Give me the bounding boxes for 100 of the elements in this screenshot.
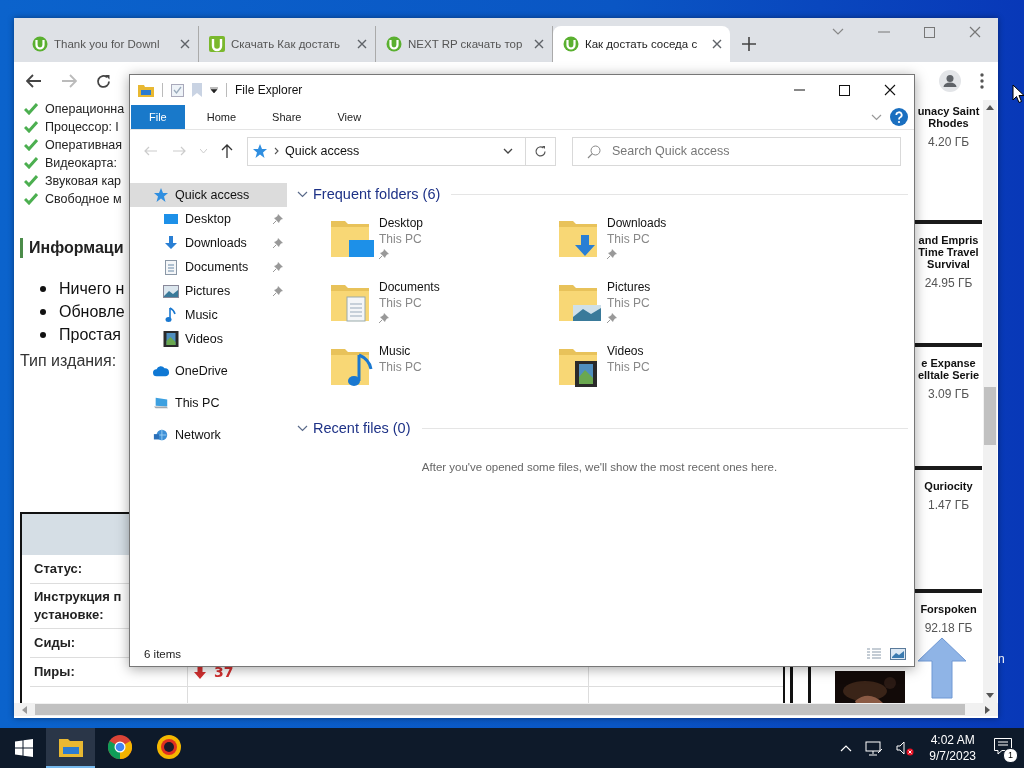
folder-icon[interactable] [138,83,154,97]
windows-start-icon[interactable] [15,739,33,757]
list-item-text: Простая [59,325,121,344]
clock-time[interactable]: 4:02 AM [930,732,975,748]
checkmark-icon [24,139,38,151]
game-title[interactable]: elltale Serie [917,369,980,381]
utorrent-icon [386,36,402,52]
ribbon-tab[interactable]: Home [192,105,251,129]
cloud-icon [153,365,169,377]
game-title[interactable]: Forspoken [920,603,977,615]
dropdown-icon[interactable] [503,148,513,154]
clock-date[interactable]: 9/7/2023 [929,748,976,764]
requirement-text: Видеокарта: [45,156,117,170]
folder-location: This PC [379,231,423,247]
help-icon[interactable] [890,108,908,126]
scrollbar-thumb[interactable] [984,387,996,445]
close-icon[interactable] [884,84,896,96]
folder-tile[interactable]: Downloads This PC [557,215,785,279]
folder-tile[interactable]: Videos This PC [557,343,785,407]
scroll-up-icon[interactable] [986,105,994,110]
browser-tab[interactable]: Как достать соседа с [553,26,730,62]
game-title[interactable]: unacy Saint [917,105,980,117]
chevron-right-icon [274,147,279,155]
bullet-icon [40,285,46,292]
nav-item[interactable]: OneDrive [130,359,287,383]
game-title[interactable]: Rhodes [928,117,969,129]
nav-item[interactable]: Documents [130,255,287,279]
folder-name: Pictures [607,279,651,295]
menu-icon[interactable] [980,73,984,89]
expand-ribbon-icon[interactable] [871,113,882,121]
close-icon[interactable] [712,39,722,49]
folder-tile[interactable]: Documents This PC [329,279,557,343]
utorrent-icon [563,36,579,52]
up-icon[interactable] [221,144,233,158]
ribbon-tab[interactable]: View [323,105,376,129]
download-icon [163,236,179,250]
pin-icon[interactable] [273,214,283,224]
checkmark-icon [24,175,38,187]
list-item-text: Обновле [59,302,125,321]
pin-icon[interactable] [273,238,283,248]
folder-location: This PC [607,295,651,311]
table-cell: 37 [214,664,234,680]
folder-location: This PC [379,359,422,375]
folder-tile[interactable]: Desktop This PC [329,215,557,279]
reload-icon[interactable] [96,73,111,89]
utorrent-icon [32,36,48,52]
nav-item[interactable]: Videos [130,327,287,351]
vertical-scrollbar[interactable] [983,100,997,703]
address-bar[interactable]: Quick access [247,136,556,166]
scroll-down-icon[interactable] [986,693,994,698]
tab-search-icon[interactable] [832,28,844,36]
game-title[interactable]: and Empris [918,234,979,246]
dropdown-icon[interactable] [210,87,218,93]
folder-tile[interactable]: Pictures This PC [557,279,785,343]
chevron-up-icon[interactable] [840,744,853,752]
scroll-right-icon[interactable] [985,705,990,714]
refresh-icon[interactable] [534,144,547,158]
large-icons-view-icon[interactable] [890,648,906,660]
nav-item[interactable]: This PC [130,391,287,415]
muted-speaker-icon[interactable] [896,740,915,756]
horizontal-scrollbar[interactable] [14,703,998,716]
game-title[interactable]: Quriocity [924,480,973,492]
network-icon[interactable] [865,740,884,756]
game-title[interactable]: Time Travel [918,246,979,258]
star-icon [153,187,169,203]
nav-item[interactable]: Desktop [130,207,287,231]
nav-item[interactable]: Music [130,303,287,327]
pin-icon[interactable] [273,262,283,272]
scroll-left-icon[interactable] [22,705,27,714]
new-tab-icon[interactable] [742,37,756,51]
ribbon-tab[interactable]: Share [258,105,316,129]
game-title[interactable]: Survival [927,258,970,270]
checkmark-icon [24,157,38,169]
game-size: 3.09 ГБ [927,387,970,401]
nav-item[interactable]: Quick access [130,183,287,207]
section-header[interactable]: Frequent folders (6) [313,186,441,202]
pin-icon[interactable] [273,286,283,296]
search-field[interactable]: Search Quick access [572,136,901,166]
folder-tile[interactable]: Music This PC [329,343,557,407]
edition-label: Тип издания: [20,351,117,371]
scrollbar-thumb[interactable] [35,704,965,715]
game-title[interactable]: e Expanse [921,357,976,369]
section-heading: Информаци [20,238,124,258]
nav-item[interactable]: Downloads [130,231,287,255]
checkmark-icon [24,103,38,115]
taskbar-app[interactable] [46,728,95,768]
browser-tab[interactable]: Thank you for Downl [22,26,199,62]
back-icon[interactable] [26,74,42,88]
folder-location: This PC [379,295,423,311]
desktop-icon-label[interactable]: n [998,652,1005,666]
folder-name: Music [379,343,412,359]
maximize-icon[interactable] [839,84,850,96]
nav-item[interactable]: Pictures [130,279,287,303]
folder-name: Desktop [379,215,424,231]
profile-icon[interactable] [939,70,961,92]
list-item-text: Ничего н [59,279,125,298]
section-header[interactable]: Recent files (0) [313,420,411,436]
folder-name: Videos [607,343,645,359]
nav-item[interactable]: Network [130,423,287,447]
browser-tab[interactable]: Скачать Как достать [199,26,376,62]
